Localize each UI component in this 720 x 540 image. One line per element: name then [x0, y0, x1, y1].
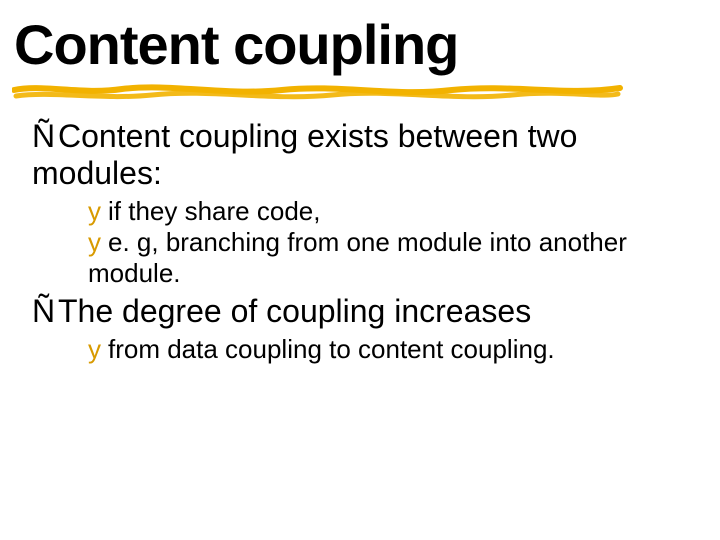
bullet-sub-1a: yif they share code, [88, 196, 696, 227]
bullet-marker: y [88, 227, 108, 258]
bullet-text: The degree of coupling increases [58, 293, 531, 329]
bullet-text: from data coupling to content coupling. [108, 334, 555, 364]
bullet-main-2: ÑThe degree of coupling increases [32, 293, 696, 330]
slide-body: ÑContent coupling exists between two mod… [32, 118, 696, 369]
bullet-marker: Ñ [32, 118, 58, 155]
bullet-text: Content coupling exists between two modu… [32, 118, 577, 191]
bullet-main-1: ÑContent coupling exists between two mod… [32, 118, 696, 192]
title-underline [12, 80, 624, 102]
slide-title: Content coupling [14, 12, 458, 77]
bullet-text: if they share code, [108, 196, 320, 226]
bullet-marker: y [88, 334, 108, 365]
bullet-marker: Ñ [32, 293, 58, 330]
bullet-marker: y [88, 196, 108, 227]
bullet-text: e. g, branching from one module into ano… [88, 227, 627, 288]
bullet-sub-2a: yfrom data coupling to content coupling. [88, 334, 696, 365]
bullet-sub-1b: ye. g, branching from one module into an… [88, 227, 696, 289]
